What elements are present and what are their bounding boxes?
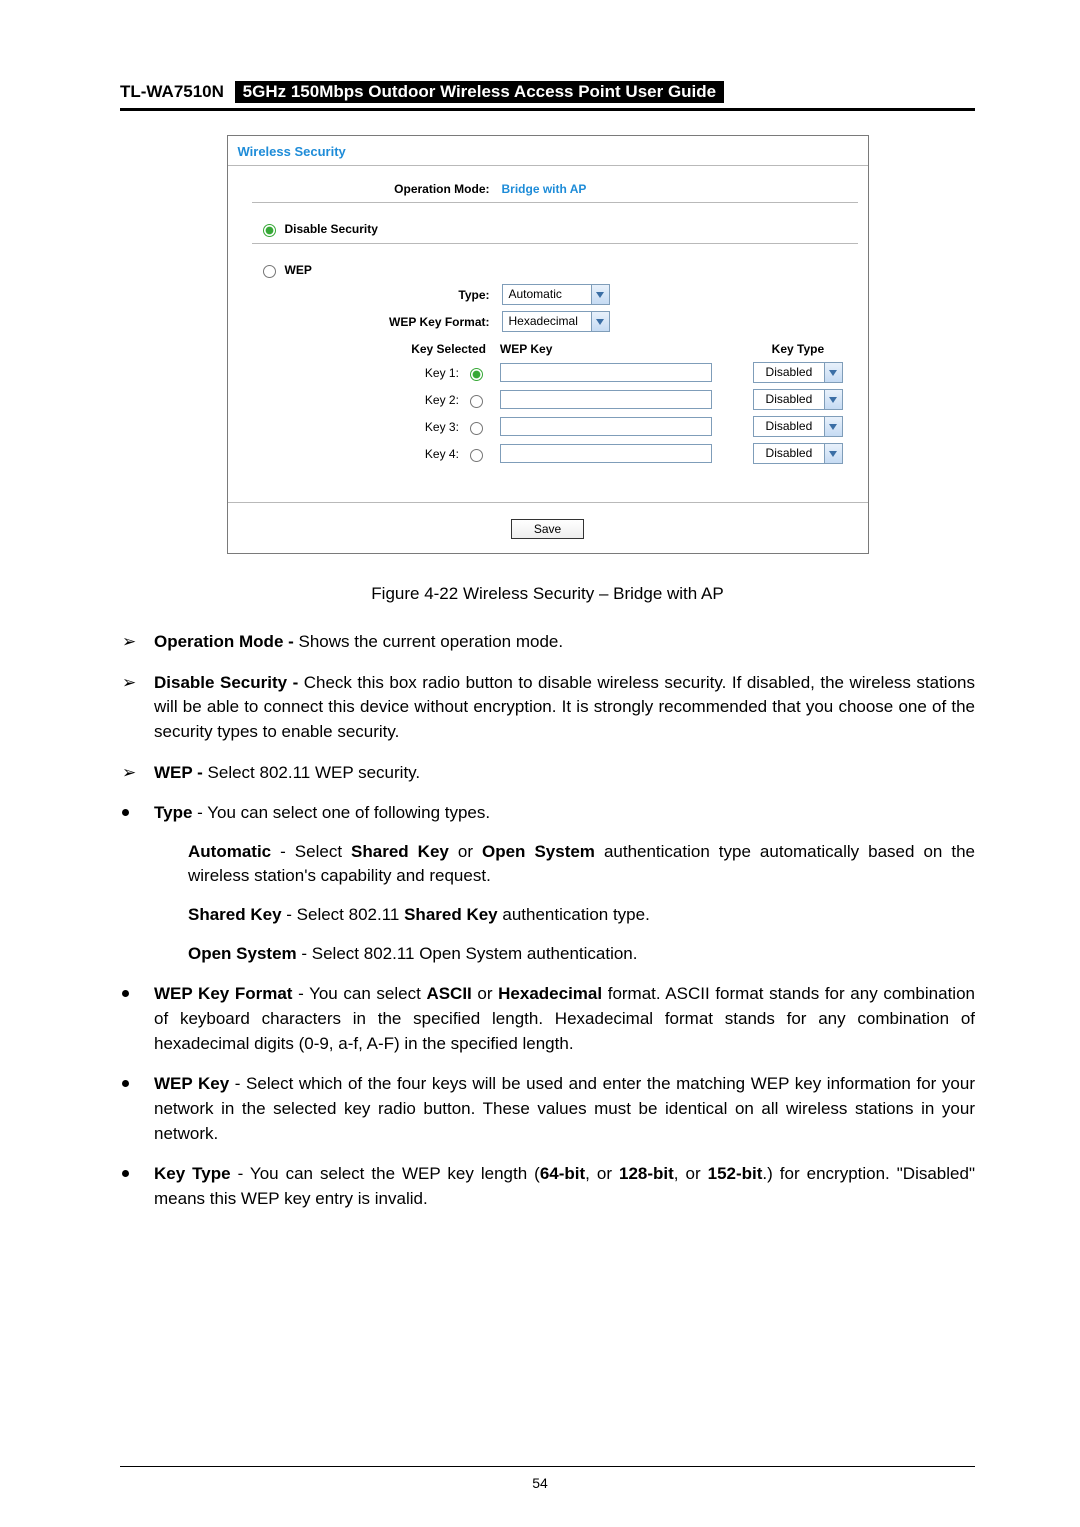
save-wrap: Save: [228, 509, 868, 553]
operation-mode-row: Operation Mode: Bridge with AP: [252, 182, 858, 196]
model-code: TL-WA7510N: [120, 82, 230, 101]
format-label: WEP Key Format:: [252, 315, 502, 329]
key3-input[interactable]: [500, 417, 712, 436]
key1-radio[interactable]: [470, 368, 483, 381]
wireless-security-panel: Wireless Security Operation Mode: Bridge…: [227, 135, 869, 554]
subpara: Open System - Select 802.11 Open System …: [188, 942, 975, 967]
col-key-selected: Key Selected: [252, 342, 500, 356]
footer-rule: [120, 1466, 975, 1467]
chevron-down-icon: [591, 285, 609, 304]
col-key-type: Key Type: [738, 342, 857, 356]
content: Operation Mode - Shows the current opera…: [120, 630, 975, 1212]
list-item: Disable Security - Check this box radio …: [120, 671, 975, 745]
key1-type-select[interactable]: Disabled: [753, 362, 843, 383]
doc-header: TL-WA7510N 5GHz 150Mbps Outdoor Wireless…: [120, 82, 975, 102]
key2-type-select[interactable]: Disabled: [753, 389, 843, 410]
type-select[interactable]: Automatic: [502, 284, 610, 305]
format-row: WEP Key Format: Hexadecimal: [252, 311, 858, 332]
format-select[interactable]: Hexadecimal: [502, 311, 610, 332]
operation-mode-label: Operation Mode:: [252, 182, 502, 196]
key1[interactable]: Key 1:: [252, 365, 486, 381]
chevron-down-icon: [591, 312, 609, 331]
key3-radio[interactable]: [470, 422, 483, 435]
wep-radio[interactable]: [263, 265, 276, 278]
key4-type-select[interactable]: Disabled: [753, 443, 843, 464]
list-item: WEP Key - Select which of the four keys …: [120, 1072, 975, 1146]
col-wep-key: WEP Key: [500, 342, 738, 356]
type-row: Type: Automatic: [252, 284, 858, 305]
key4-radio[interactable]: [470, 449, 483, 462]
table-row: Key 2: Disabled: [252, 389, 858, 410]
bullet-list: Type - You can select one of following t…: [120, 801, 975, 1211]
chevron-down-icon: [824, 390, 842, 409]
chevron-down-icon: [824, 444, 842, 463]
wep-label: WEP: [285, 263, 312, 277]
key4-input[interactable]: [500, 444, 712, 463]
key2-input[interactable]: [500, 390, 712, 409]
header-rule: [120, 108, 975, 111]
list-item: WEP Key Format - You can select ASCII or…: [120, 982, 975, 1056]
figure-caption: Figure 4-22 Wireless Security – Bridge w…: [120, 584, 975, 604]
chevron-down-icon: [824, 363, 842, 382]
type-select-value: Automatic: [503, 285, 591, 304]
table-row: Key 3: Disabled: [252, 416, 858, 437]
key2-radio[interactable]: [470, 395, 483, 408]
list-item: Operation Mode - Shows the current opera…: [120, 630, 975, 655]
list-item: WEP - Select 802.11 WEP security.: [120, 761, 975, 786]
format-select-value: Hexadecimal: [503, 312, 591, 331]
list-item: Key Type - You can select the WEP key le…: [120, 1162, 975, 1211]
subpara: Automatic - Select Shared Key or Open Sy…: [188, 840, 975, 889]
wep-option[interactable]: WEP: [258, 262, 858, 278]
page-number: 54: [0, 1475, 1080, 1491]
wep-key-header: Key Selected WEP Key Key Type: [252, 342, 858, 356]
disable-security-radio[interactable]: [263, 224, 276, 237]
wep-key-table: Key Selected WEP Key Key Type Key 1: Dis…: [252, 342, 858, 464]
doc-title: 5GHz 150Mbps Outdoor Wireless Access Poi…: [235, 81, 724, 103]
disable-security-option[interactable]: Disable Security: [258, 221, 858, 237]
chevron-down-icon: [824, 417, 842, 436]
type-label: Type:: [252, 288, 502, 302]
key3[interactable]: Key 3:: [252, 419, 486, 435]
table-row: Key 4: Disabled: [252, 443, 858, 464]
panel-hr-bottom: [228, 502, 868, 503]
list-item: Type - You can select one of following t…: [120, 801, 975, 966]
key1-input[interactable]: [500, 363, 712, 382]
operation-mode-value: Bridge with AP: [502, 182, 587, 196]
save-button[interactable]: Save: [511, 519, 584, 539]
page: TL-WA7510N 5GHz 150Mbps Outdoor Wireless…: [0, 0, 1080, 1527]
key3-type-select[interactable]: Disabled: [753, 416, 843, 437]
panel-body: Operation Mode: Bridge with AP Disable S…: [228, 172, 868, 500]
table-row: Key 1: Disabled: [252, 362, 858, 383]
subpara: Shared Key - Select 802.11 Shared Key au…: [188, 903, 975, 928]
arrow-list: Operation Mode - Shows the current opera…: [120, 630, 975, 785]
key4[interactable]: Key 4:: [252, 446, 486, 462]
panel-hr-top: [228, 165, 868, 166]
panel-title: Wireless Security: [228, 136, 868, 163]
key2[interactable]: Key 2:: [252, 392, 486, 408]
panel-hr-1: [252, 202, 858, 203]
disable-security-label: Disable Security: [285, 222, 378, 236]
panel-hr-2: [252, 243, 858, 244]
